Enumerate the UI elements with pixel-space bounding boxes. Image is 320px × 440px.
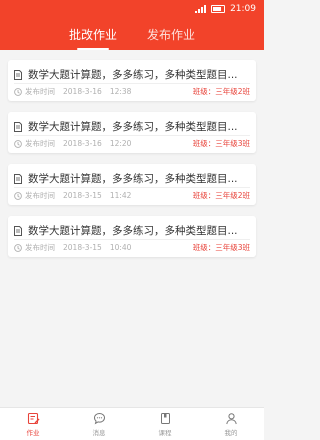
status-bar: 21:09	[0, 0, 264, 18]
assignment-card[interactable]: 数学大题计算题，多多练习，多种类型题目... 发布时间 2018-3-15 11…	[8, 164, 256, 205]
tab-grade-homework[interactable]: 批改作业	[69, 26, 117, 50]
publish-date: 2018-3-15	[63, 191, 102, 200]
publish-time-label: 发布时间	[25, 87, 55, 96]
assignment-card[interactable]: 数学大题计算题，多多练习，多种类型题目... 发布时间 2018-3-15 10…	[8, 216, 256, 257]
document-icon	[14, 121, 22, 132]
document-icon	[14, 173, 22, 184]
publish-date: 2018-3-15	[63, 243, 102, 252]
card-meta-row: 发布时间 2018-3-15 11:42 班级：三年级2班	[14, 190, 250, 201]
bottom-tab-bar: 作业 消息 课程 我的	[0, 407, 264, 440]
document-icon	[14, 225, 22, 236]
assignment-title: 数学大题计算题，多多练习，多种类型题目...	[28, 69, 238, 81]
card-title-row: 数学大题计算题，多多练习，多种类型题目...	[14, 119, 250, 134]
assignment-title: 数学大题计算题，多多练习，多种类型题目...	[28, 121, 238, 133]
tabbar-label: 我的	[224, 428, 238, 437]
profile-icon	[225, 412, 238, 425]
signal-icon	[195, 5, 207, 13]
tabbar-label: 消息	[92, 428, 106, 437]
tabbar-item-messages[interactable]: 消息	[69, 412, 129, 437]
assignment-card[interactable]: 数学大题计算题，多多练习，多种类型题目... 发布时间 2018-3-16 12…	[8, 60, 256, 101]
card-title-row: 数学大题计算题，多多练习，多种类型题目...	[14, 171, 250, 186]
clock-icon	[14, 191, 22, 200]
clock-icon	[14, 139, 22, 148]
homework-icon	[27, 412, 40, 425]
divider	[14, 83, 250, 84]
publish-time: 12:20	[109, 139, 132, 148]
divider	[14, 135, 250, 136]
tab-publish-homework[interactable]: 发布作业	[147, 26, 195, 50]
divider	[14, 187, 250, 188]
publish-time: 11:42	[109, 191, 132, 200]
tabbar-label: 作业	[26, 428, 40, 437]
class-label: 班级：三年级3班	[192, 243, 250, 252]
assignment-title: 数学大题计算题，多多练习，多种类型题目...	[28, 225, 238, 237]
card-meta-row: 发布时间 2018-3-15 10:40 班级：三年级3班	[14, 242, 250, 253]
publish-date: 2018-3-16	[63, 87, 102, 96]
card-meta-row: 发布时间 2018-3-16 12:38 班级：三年级2班	[14, 86, 250, 97]
tabbar-item-profile[interactable]: 我的	[201, 412, 261, 437]
class-label: 班级：三年级2班	[192, 87, 250, 96]
clock-icon	[14, 243, 22, 252]
tabbar-item-homework[interactable]: 作业	[3, 412, 63, 437]
card-meta-row: 发布时间 2018-3-16 12:20 班级：三年级3班	[14, 138, 250, 149]
clock-icon	[14, 87, 22, 96]
publish-time-label: 发布时间	[25, 243, 55, 252]
course-icon	[159, 412, 172, 425]
document-icon	[14, 69, 22, 80]
message-icon	[93, 412, 106, 425]
assignment-title: 数学大题计算题，多多练习，多种类型题目...	[28, 173, 238, 185]
publish-time: 12:38	[109, 87, 132, 96]
card-title-row: 数学大题计算题，多多练习，多种类型题目...	[14, 223, 250, 238]
divider	[14, 239, 250, 240]
battery-icon	[211, 5, 226, 13]
publish-time: 10:40	[109, 243, 132, 252]
tabbar-item-courses[interactable]: 课程	[135, 412, 195, 437]
tabbar-label: 课程	[158, 428, 172, 437]
publish-time-label: 发布时间	[25, 139, 55, 148]
publish-date: 2018-3-16	[63, 139, 102, 148]
class-label: 班级：三年级2班	[192, 191, 250, 200]
class-label: 班级：三年级3班	[192, 139, 250, 148]
status-time: 21:09	[230, 4, 256, 14]
card-title-row: 数学大题计算题，多多练习，多种类型题目...	[14, 67, 250, 82]
assignment-card[interactable]: 数学大题计算题，多多练习，多种类型题目... 发布时间 2018-3-16 12…	[8, 112, 256, 153]
header: 批改作业 发布作业	[0, 18, 264, 50]
publish-time-label: 发布时间	[25, 191, 55, 200]
